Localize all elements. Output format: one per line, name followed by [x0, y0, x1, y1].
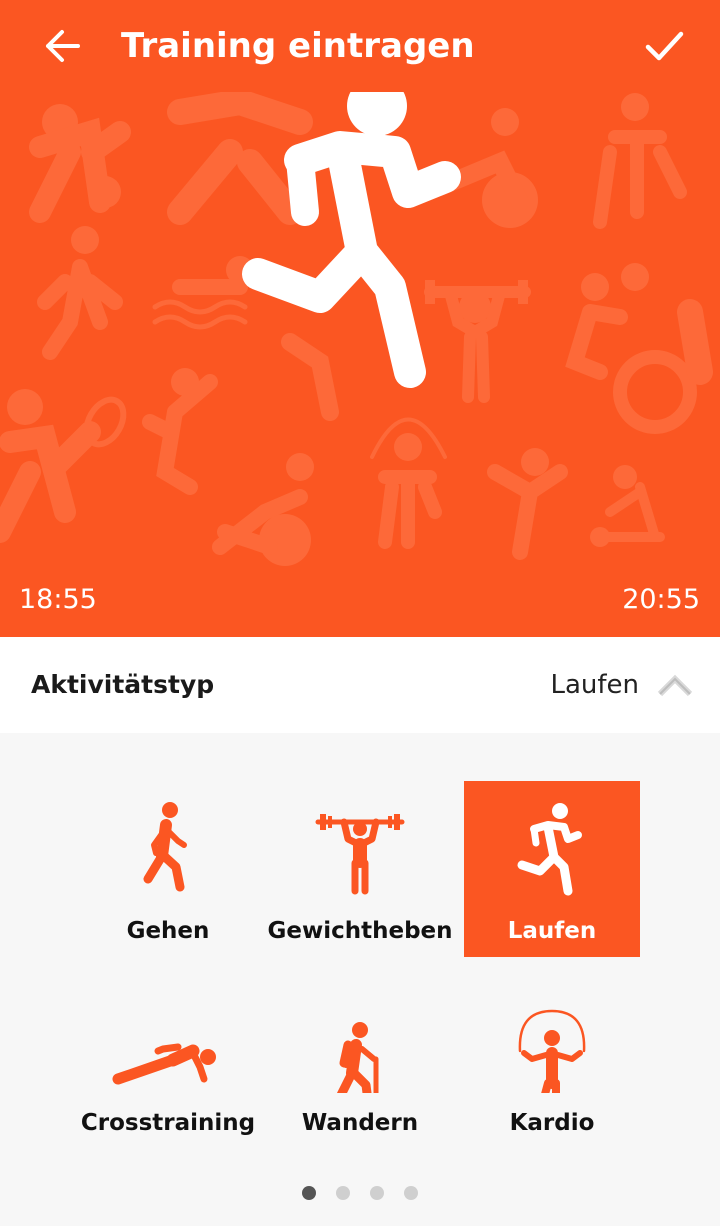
weightlifting-icon [315, 814, 405, 895]
activity-type-value: Laufen [550, 670, 639, 700]
page-dot-3[interactable] [370, 1186, 384, 1200]
page-indicator [0, 1186, 720, 1202]
walking-icon [143, 802, 187, 892]
activity-label: Kardio [509, 1110, 595, 1136]
activity-tile-laufen[interactable]: Laufen [464, 781, 640, 957]
arrow-left-icon [46, 30, 80, 62]
running-icon [517, 803, 582, 896]
activity-type-selector[interactable]: Aktivitätstyp Laufen [0, 637, 720, 733]
jump-rope-icon [518, 1009, 586, 1093]
start-time[interactable]: 18:55 [19, 582, 97, 618]
activity-grid: Gehen Gewichtheben Laufen Crosstraining … [0, 733, 720, 1226]
pushup-icon [112, 1043, 216, 1085]
activity-label: Laufen [507, 918, 597, 944]
activity-hero: Training eintragen 18:55 20:55 [0, 0, 720, 637]
activity-type-label: Aktivitätstyp [31, 670, 215, 699]
chevron-up-icon[interactable] [656, 672, 694, 698]
confirm-button[interactable] [640, 22, 688, 70]
hiking-icon [336, 1022, 379, 1093]
activity-tile-kardio[interactable]: Kardio [464, 973, 640, 1149]
back-button[interactable] [40, 24, 88, 68]
activity-tile-wandern[interactable]: Wandern [272, 973, 448, 1149]
activity-tile-gewichtheben[interactable]: Gewichtheben [267, 781, 453, 957]
running-icon [242, 92, 461, 388]
page-dot-4[interactable] [404, 1186, 418, 1200]
end-time[interactable]: 20:55 [622, 582, 700, 618]
checkmark-icon [645, 31, 684, 61]
activity-tile-crosstraining[interactable]: Crosstraining [80, 973, 256, 1149]
activity-tile-gehen[interactable]: Gehen [80, 781, 256, 957]
page-dot-1[interactable] [302, 1186, 316, 1200]
page-dot-2[interactable] [336, 1186, 350, 1200]
page-title: Training eintragen [121, 26, 475, 66]
top-app-bar: Training eintragen [0, 0, 720, 92]
